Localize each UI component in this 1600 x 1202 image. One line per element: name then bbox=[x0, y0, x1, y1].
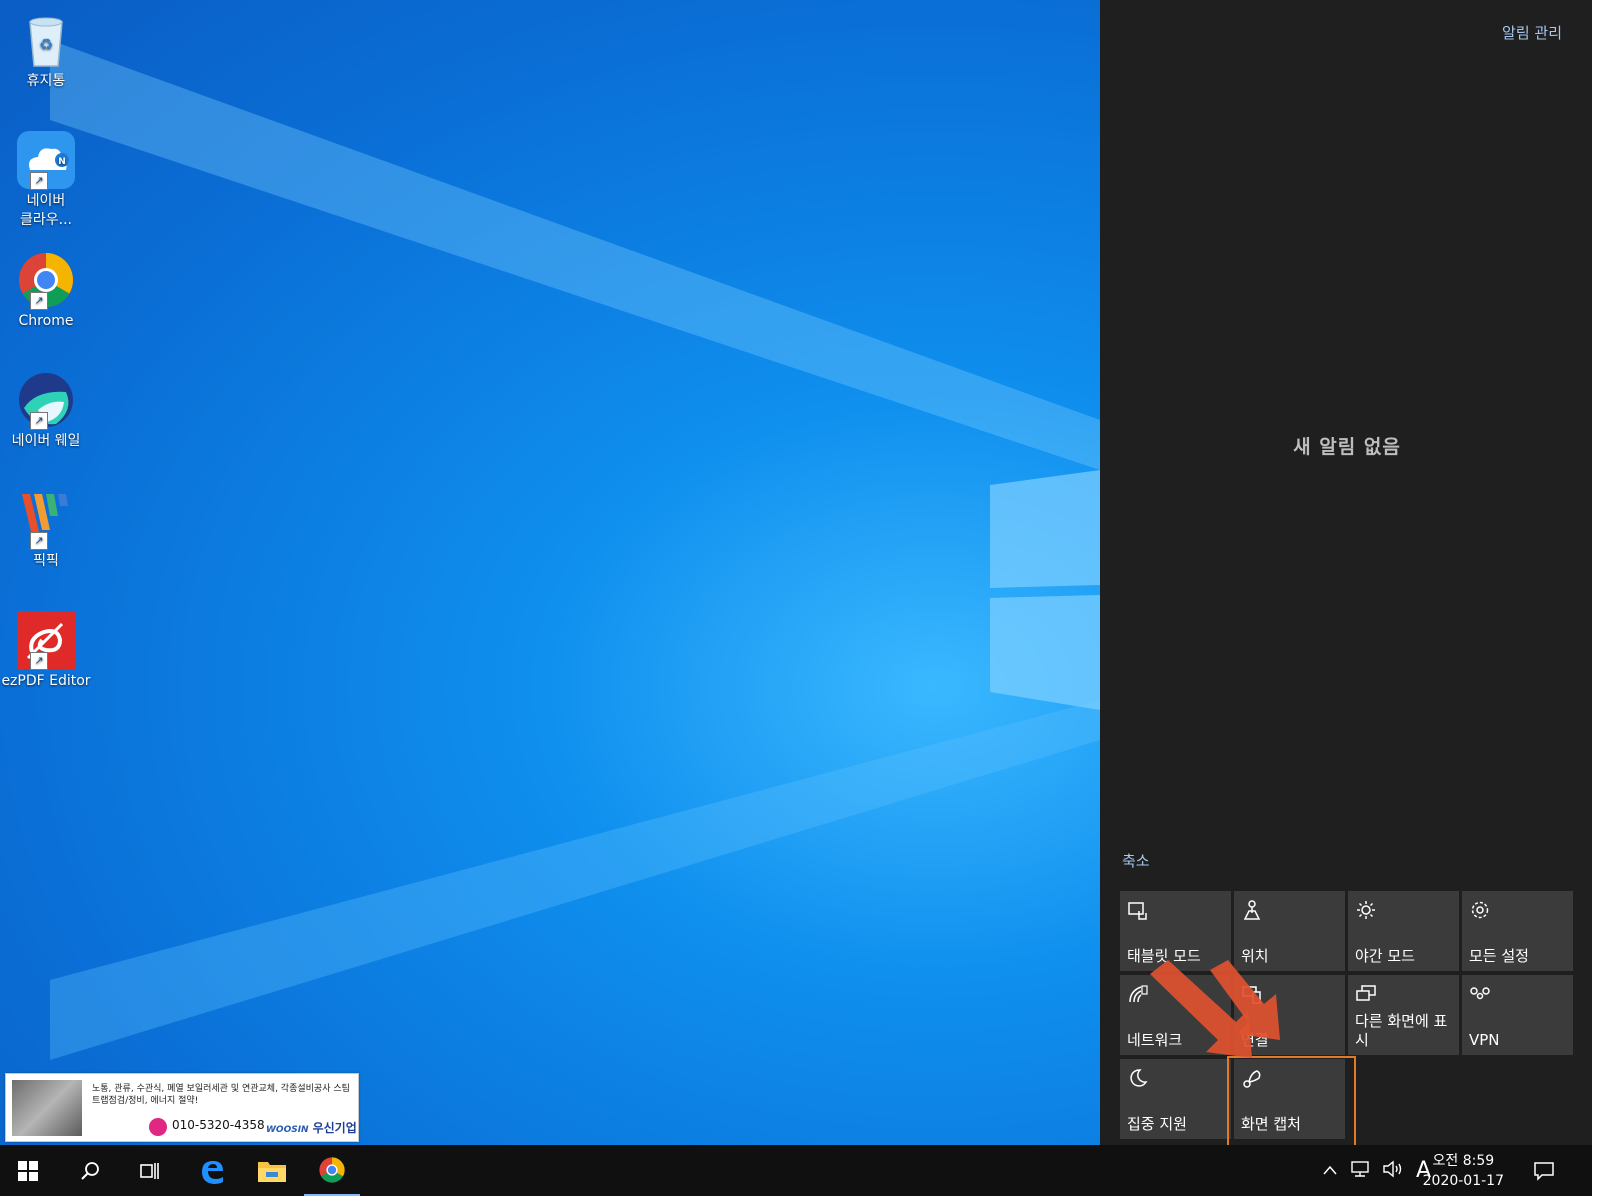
tile-screen-snip[interactable]: 화면 캡처 bbox=[1234, 1059, 1345, 1139]
connect-icon bbox=[1241, 983, 1263, 1005]
ad-photo bbox=[12, 1080, 82, 1136]
chrome-icon bbox=[319, 1156, 345, 1183]
tile-label: 네트워크 bbox=[1127, 1031, 1183, 1049]
start-button[interactable] bbox=[0, 1145, 56, 1196]
tile-focus-assist[interactable]: 집중 지원 bbox=[1120, 1059, 1231, 1139]
night-light-icon bbox=[1355, 899, 1377, 921]
desktop-icon-label: ezPDF Editor bbox=[1, 673, 91, 689]
desktop-icon-naver-whale[interactable]: ↗ 네이버 웨일 bbox=[0, 370, 92, 451]
tile-label: 다른 화면에 표시 bbox=[1355, 1012, 1448, 1049]
shortcut-arrow-icon: ↗ bbox=[30, 172, 48, 190]
desktop-icon-label: 휴지통 bbox=[26, 73, 66, 89]
desktop-icon-naver-cloud[interactable]: N ↗ 네이버 클라우... bbox=[0, 130, 92, 230]
chrome-icon: ↗ bbox=[16, 250, 76, 310]
wallpaper-light-beams bbox=[50, 40, 1100, 1060]
tile-label: 모든 설정 bbox=[1469, 947, 1529, 965]
clock-time: 오전 8:59 bbox=[1432, 1153, 1495, 1169]
desktop-icon-recycle-bin[interactable]: ♻ 휴지통 bbox=[0, 10, 92, 91]
ad-text: 노통, 관류, 수관식, 폐열 보일러세관 및 연관교체, 각종설비공사 스팀트… bbox=[92, 1084, 350, 1106]
svg-text:N: N bbox=[58, 157, 66, 167]
tile-label: 화면 캡처 bbox=[1241, 1115, 1301, 1133]
vpn-icon bbox=[1469, 983, 1491, 1005]
edge-icon bbox=[202, 1160, 223, 1184]
desktop-icon-label: Chrome bbox=[18, 313, 74, 329]
naver-cloud-icon: N ↗ bbox=[16, 130, 76, 190]
tile-network[interactable]: 네트워크 bbox=[1120, 975, 1231, 1055]
desktop-icon-label: 네이버 클라우... bbox=[20, 193, 72, 228]
manage-notifications-link[interactable]: 알림 관리 bbox=[1502, 22, 1562, 43]
screen-snip-icon bbox=[1241, 1067, 1263, 1089]
picpick-icon: ↗ bbox=[16, 490, 76, 550]
settings-icon bbox=[1469, 899, 1491, 921]
desktop-icon-chrome[interactable]: ↗ Chrome bbox=[0, 250, 92, 331]
svg-text:♻: ♻ bbox=[39, 35, 53, 54]
volume-icon[interactable] bbox=[1382, 1159, 1404, 1183]
ad-phone: 010-5320-4358 bbox=[172, 1118, 265, 1132]
tablet-mode-icon bbox=[1127, 899, 1149, 921]
action-center-button[interactable] bbox=[1524, 1145, 1564, 1196]
search-icon bbox=[81, 1161, 99, 1180]
file-explorer-icon bbox=[258, 1161, 286, 1182]
ad-banner[interactable]: 노통, 관류, 수관식, 폐열 보일러세관 및 연관교체, 각종설비공사 스팀트… bbox=[5, 1073, 359, 1142]
desktop-icon-picpick[interactable]: ↗ 픽픽 bbox=[0, 490, 92, 571]
shortcut-arrow-icon: ↗ bbox=[30, 412, 48, 430]
focus-assist-icon bbox=[1127, 1067, 1149, 1089]
network-icon bbox=[1127, 983, 1149, 1005]
tile-label: 야간 모드 bbox=[1355, 947, 1415, 965]
clock-date: 2020-01-17 bbox=[1422, 1173, 1504, 1189]
tile-label: 태블릿 모드 bbox=[1127, 947, 1201, 965]
chevron-up-icon[interactable] bbox=[1322, 1163, 1338, 1179]
tile-label: 집중 지원 bbox=[1127, 1115, 1187, 1133]
chrome-taskbar-button[interactable] bbox=[304, 1145, 360, 1196]
tile-night-light[interactable]: 야간 모드 bbox=[1348, 891, 1459, 971]
naver-whale-icon: ↗ bbox=[16, 370, 76, 430]
ad-brand-name: 우신기업 bbox=[312, 1121, 357, 1135]
tile-location[interactable]: 위치 bbox=[1234, 891, 1345, 971]
desktop-icon-label: 픽픽 bbox=[33, 553, 59, 569]
tile-project[interactable]: 다른 화면에 표시 bbox=[1348, 975, 1459, 1055]
shortcut-arrow-icon: ↗ bbox=[30, 532, 48, 550]
tile-label: 위치 bbox=[1241, 947, 1269, 965]
edge-taskbar-button[interactable] bbox=[184, 1145, 240, 1196]
taskbar: A 오전 8:59 2020-01-17 bbox=[0, 1145, 1592, 1196]
tile-vpn[interactable]: VPN bbox=[1462, 975, 1573, 1055]
ezpdf-icon: ↗ bbox=[16, 610, 76, 670]
desktop-icon-ezpdf[interactable]: ↗ ezPDF Editor bbox=[0, 610, 92, 691]
network-tray-icon[interactable] bbox=[1350, 1159, 1372, 1183]
tile-label: 연결 bbox=[1241, 1031, 1269, 1049]
shortcut-arrow-icon: ↗ bbox=[30, 292, 48, 310]
shortcut-arrow-icon: ↗ bbox=[30, 652, 48, 670]
tile-label: VPN bbox=[1469, 1031, 1500, 1049]
task-view-button[interactable] bbox=[122, 1145, 178, 1196]
windows-logo-wallpaper bbox=[990, 470, 1100, 710]
notification-icon bbox=[1534, 1161, 1554, 1181]
tile-tablet-mode[interactable]: 태블릿 모드 bbox=[1120, 891, 1231, 971]
desktop[interactable]: ♻ 휴지통 N ↗ 네이버 클라우... ↗ Chrome ↗ 네이버 웨일 ↗… bbox=[0, 0, 1100, 1145]
no-notifications-text: 새 알림 없음 bbox=[1293, 436, 1401, 458]
search-button[interactable] bbox=[62, 1145, 118, 1196]
system-tray: A bbox=[1322, 1145, 1431, 1196]
phone-icon bbox=[149, 1118, 167, 1136]
location-icon bbox=[1241, 899, 1263, 921]
tile-connect[interactable]: 연결 bbox=[1234, 975, 1345, 1055]
recycle-bin-icon: ♻ bbox=[16, 10, 76, 70]
ad-brand: WOOSIN 우신기업 bbox=[266, 1119, 357, 1136]
desktop-icon-label: 네이버 웨일 bbox=[11, 433, 81, 449]
windows-start-icon bbox=[18, 1160, 38, 1181]
action-center: 알림 관리 새 알림 없음 축소 태블릿 모드 위치 야간 모드 모든 설정 네… bbox=[1100, 0, 1592, 1145]
collapse-link[interactable]: 축소 bbox=[1122, 850, 1150, 871]
file-explorer-taskbar-button[interactable] bbox=[244, 1145, 300, 1196]
ad-brand-small: WOOSIN bbox=[266, 1125, 309, 1135]
clock[interactable]: 오전 8:59 2020-01-17 bbox=[1423, 1151, 1504, 1191]
screen: ♻ 휴지통 N ↗ 네이버 클라우... ↗ Chrome ↗ 네이버 웨일 ↗… bbox=[0, 0, 1592, 1196]
project-icon bbox=[1355, 983, 1377, 1005]
tile-all-settings[interactable]: 모든 설정 bbox=[1462, 891, 1573, 971]
task-view-icon bbox=[140, 1162, 159, 1179]
